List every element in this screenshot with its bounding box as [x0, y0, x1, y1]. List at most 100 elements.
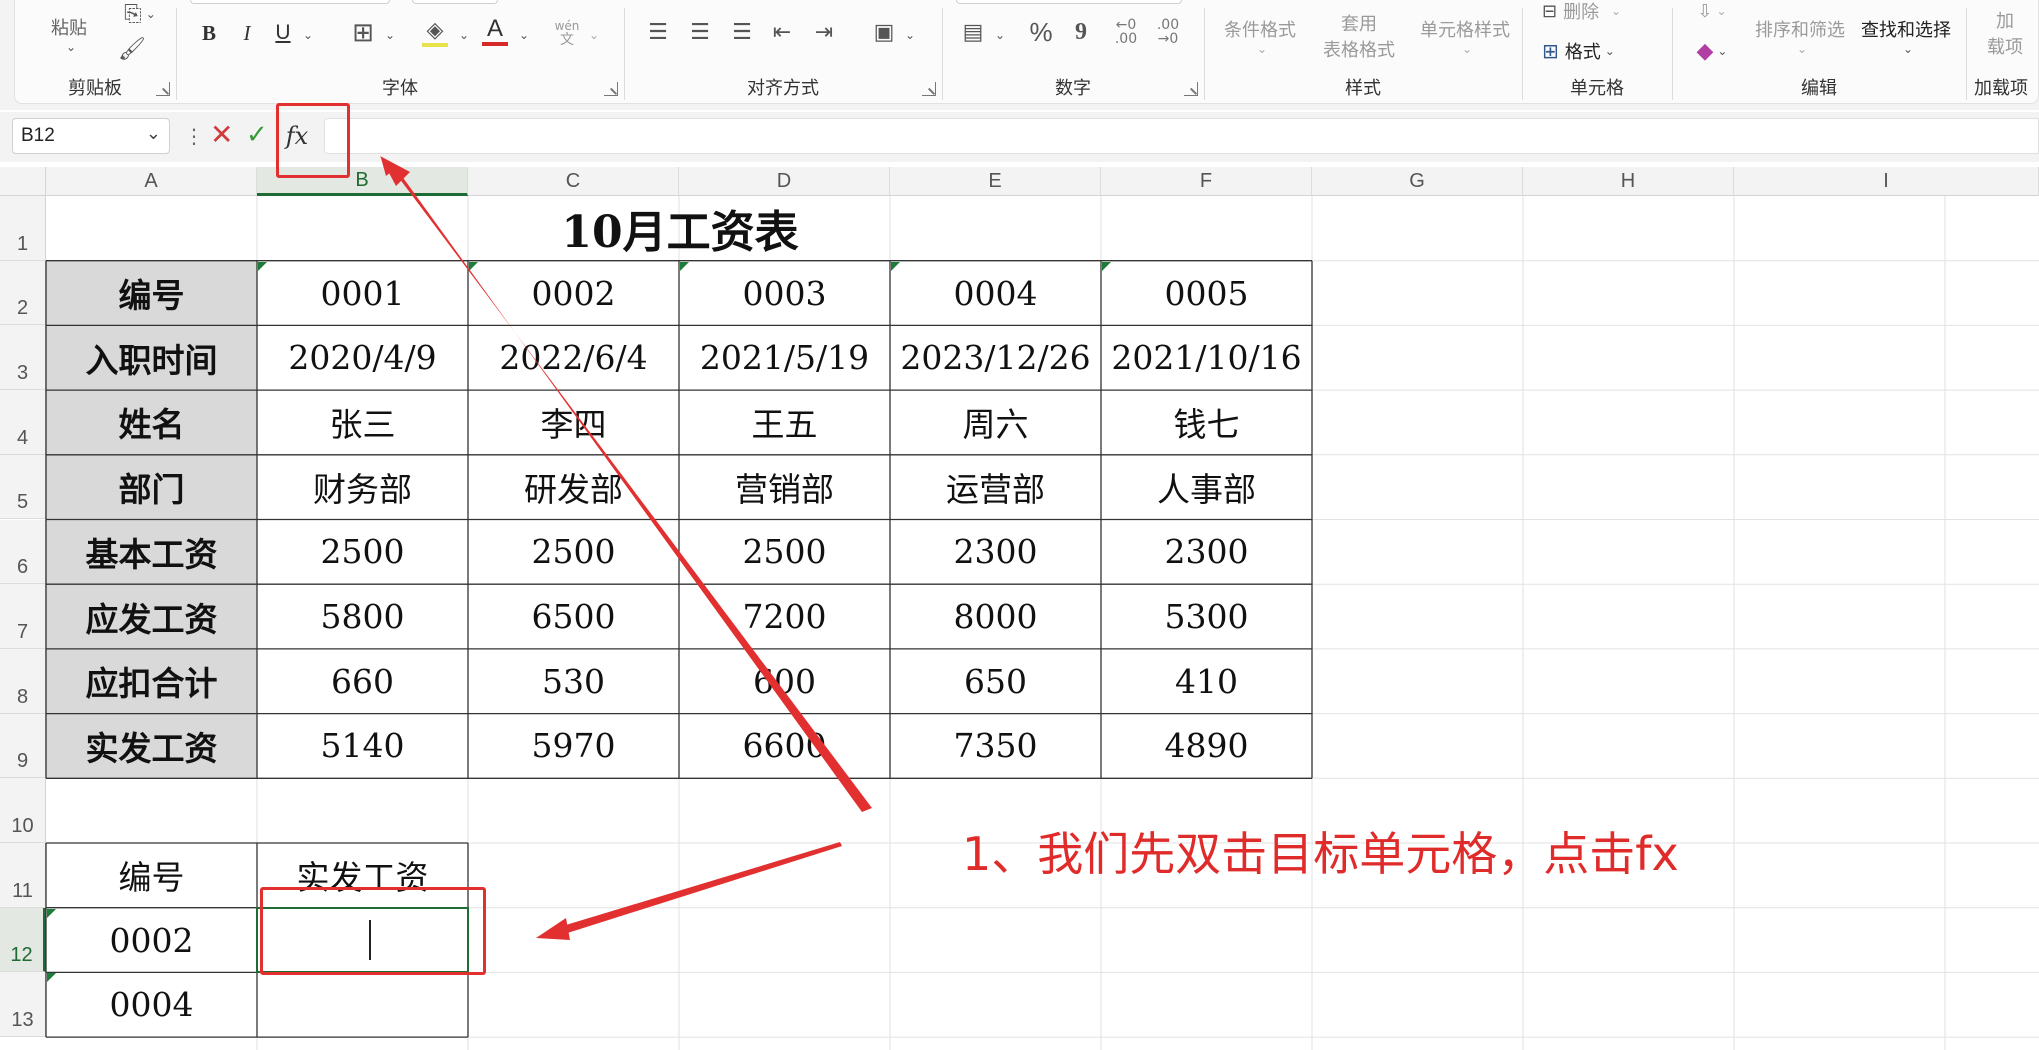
table-cell[interactable]: 650 — [890, 648, 1101, 714]
percent-button[interactable]: % — [1024, 16, 1058, 48]
paste-button[interactable]: 粘贴 ⌄ — [44, 4, 94, 64]
row-label-cell[interactable]: 入职时间 — [46, 325, 257, 391]
lookup-cell[interactable]: 0004 — [46, 972, 257, 1038]
accounting-format-button[interactable]: ▤ — [956, 16, 990, 48]
row-header-13[interactable]: 13 — [0, 972, 46, 1038]
table-cell[interactable]: 2500 — [257, 519, 468, 585]
table-cell[interactable]: 600 — [679, 648, 890, 714]
table-cell[interactable]: 2021/10/16 — [1101, 325, 1312, 391]
table-cell[interactable]: 2500 — [468, 519, 679, 585]
table-cell[interactable]: 2020/4/9 — [257, 325, 468, 391]
column-header-d[interactable]: D — [679, 167, 890, 196]
number-format-box[interactable] — [956, 0, 1182, 4]
table-cell[interactable]: 7200 — [679, 584, 890, 649]
row-label-cell[interactable]: 实发工资 — [46, 713, 257, 779]
addins-button[interactable]: 加 载项 — [1980, 8, 2030, 58]
format-button[interactable]: ⊞ 格式 ⌄ — [1542, 36, 1662, 66]
table-cell[interactable]: 周六 — [890, 390, 1101, 455]
column-header-c[interactable]: C — [468, 167, 679, 196]
clipboard-launcher-icon[interactable] — [156, 82, 170, 96]
fill-button[interactable]: ⇩ ⌄ — [1682, 0, 1742, 22]
table-cell[interactable]: 财务部 — [257, 454, 468, 520]
sort-filter-button[interactable]: 排序和筛选 ⌄ — [1746, 8, 1854, 64]
table-cell[interactable]: 2300 — [1101, 519, 1312, 585]
table-cell[interactable]: 7350 — [890, 713, 1101, 779]
font-size-box[interactable] — [412, 0, 498, 4]
table-cell[interactable]: 530 — [468, 648, 679, 714]
table-cell[interactable]: 2023/12/26 — [890, 325, 1101, 391]
font-color-dropdown[interactable]: ⌄ — [514, 20, 530, 50]
row-header-9[interactable]: 9 — [0, 713, 46, 779]
table-cell[interactable]: 0003 — [679, 260, 890, 326]
table-cell[interactable]: 5140 — [257, 713, 468, 779]
align-center-button[interactable]: ☰ — [684, 16, 716, 48]
table-cell[interactable]: 人事部 — [1101, 454, 1312, 520]
merge-center-button[interactable]: ▣ — [868, 16, 900, 48]
table-cell[interactable]: 0001 — [257, 260, 468, 326]
decrease-indent-button[interactable]: ⇤ — [766, 16, 798, 48]
table-cell[interactable]: 410 — [1101, 648, 1312, 714]
phonetic-dropdown[interactable]: ⌄ — [584, 20, 600, 50]
table-cell[interactable]: 王五 — [679, 390, 890, 455]
increase-indent-button[interactable]: ⇥ — [808, 16, 840, 48]
comma-style-button[interactable]: 9 — [1066, 16, 1096, 48]
table-cell[interactable]: 0002 — [468, 260, 679, 326]
cell-styles-button[interactable]: 单元格样式 ⌄ — [1410, 8, 1520, 64]
table-cell[interactable]: 2021/5/19 — [679, 325, 890, 391]
row-header-12[interactable]: 12 — [0, 907, 46, 973]
borders-dropdown[interactable]: ⌄ — [380, 20, 396, 50]
clear-button[interactable]: ◆ ⌄ — [1682, 36, 1742, 66]
table-cell[interactable]: 6600 — [679, 713, 890, 779]
font-name-box[interactable] — [190, 0, 390, 4]
row-header-1[interactable]: 1 — [0, 196, 46, 261]
conditional-format-button[interactable]: 条件格式 ⌄ — [1212, 8, 1308, 64]
row-label-cell[interactable]: 姓名 — [46, 390, 257, 455]
select-all-corner[interactable] — [0, 167, 46, 196]
table-cell[interactable]: 5800 — [257, 584, 468, 649]
table-cell[interactable]: 0004 — [890, 260, 1101, 326]
cancel-button[interactable]: ✕ — [210, 120, 233, 150]
lookup-header-cell[interactable]: 编号 — [46, 843, 257, 908]
phonetic-button[interactable]: wén 文 — [550, 14, 584, 52]
find-select-button[interactable]: 查找和选择 ⌄ — [1852, 8, 1960, 64]
borders-button[interactable]: ⊞ — [346, 16, 380, 50]
table-cell[interactable]: 研发部 — [468, 454, 679, 520]
more-options-icon[interactable]: ⋮ — [184, 124, 204, 148]
table-cell[interactable]: 李四 — [468, 390, 679, 455]
underline-button[interactable]: U — [268, 18, 298, 48]
column-header-f[interactable]: F — [1101, 167, 1312, 196]
fill-color-dropdown[interactable]: ⌄ — [454, 20, 470, 50]
bold-button[interactable]: B — [194, 18, 224, 48]
table-cell[interactable]: 4890 — [1101, 713, 1312, 779]
table-cell[interactable]: 张三 — [257, 390, 468, 455]
name-box[interactable]: B12 ⌄ — [12, 118, 170, 154]
row-header-4[interactable]: 4 — [0, 390, 46, 455]
number-launcher-icon[interactable] — [1184, 82, 1198, 96]
column-header-e[interactable]: E — [890, 167, 1101, 196]
row-header-10[interactable]: 10 — [0, 778, 46, 843]
table-cell[interactable]: 2500 — [679, 519, 890, 585]
row-header-7[interactable]: 7 — [0, 584, 46, 649]
table-cell[interactable]: 660 — [257, 648, 468, 714]
align-right-button[interactable]: ☰ — [726, 16, 758, 48]
merge-dropdown[interactable]: ⌄ — [900, 20, 916, 50]
enter-button[interactable]: ✓ — [246, 120, 268, 150]
row-header-6[interactable]: 6 — [0, 519, 46, 585]
row-header-11[interactable]: 11 — [0, 843, 46, 908]
column-header-a[interactable]: A — [46, 167, 257, 196]
underline-dropdown[interactable]: ⌄ — [298, 20, 314, 50]
table-cell[interactable]: 营销部 — [679, 454, 890, 520]
lookup-cell[interactable]: 0002 — [46, 907, 257, 973]
table-cell[interactable]: 6500 — [468, 584, 679, 649]
table-cell[interactable]: 5300 — [1101, 584, 1312, 649]
row-label-cell[interactable]: 基本工资 — [46, 519, 257, 585]
italic-button[interactable]: I — [232, 18, 262, 48]
column-header-g[interactable]: G — [1312, 167, 1523, 196]
table-cell[interactable]: 2022/6/4 — [468, 325, 679, 391]
row-label-cell[interactable]: 应发工资 — [46, 584, 257, 649]
row-label-cell[interactable]: 部门 — [46, 454, 257, 520]
row-label-cell[interactable]: 编号 — [46, 260, 257, 326]
table-cell[interactable]: 2300 — [890, 519, 1101, 585]
format-painter-button[interactable]: 🖌 — [114, 34, 150, 64]
row-header-3[interactable]: 3 — [0, 325, 46, 391]
